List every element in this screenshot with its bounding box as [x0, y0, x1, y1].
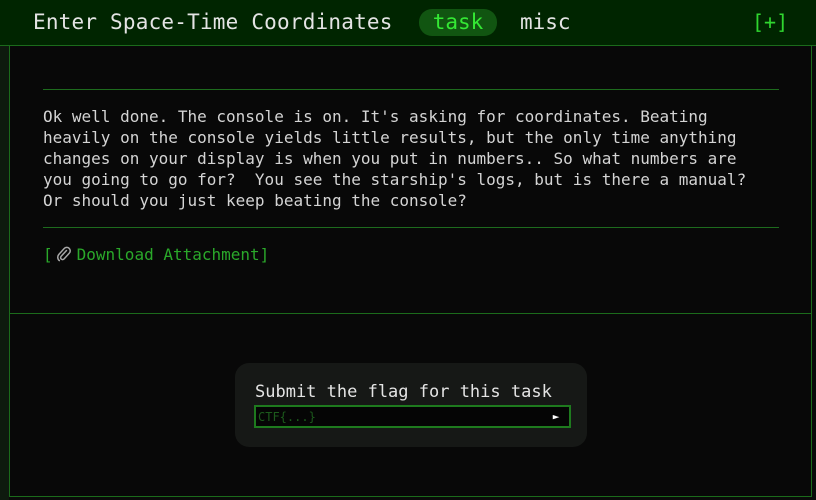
- download-close-bracket: ]: [259, 245, 270, 264]
- description-top-rule: [43, 89, 779, 90]
- section-divider: [9, 313, 812, 314]
- download-open-bracket: [: [43, 245, 53, 264]
- flag-submit-label: Submit the flag for this task: [255, 382, 552, 402]
- task-description: Ok well done. The console is on. It's as…: [43, 107, 747, 210]
- flag-input[interactable]: [258, 407, 538, 426]
- left-edge-strip: [0, 0, 9, 500]
- task-category: misc: [520, 10, 571, 34]
- expand-button[interactable]: [+]: [752, 10, 788, 34]
- paperclip-icon: [56, 246, 71, 266]
- flag-submit-card: Submit the flag for this task ►: [235, 363, 587, 447]
- download-attachment-link[interactable]: [ Download Attachment]: [43, 245, 269, 266]
- flag-input-box: ►: [254, 405, 571, 428]
- submit-flag-button[interactable]: ►: [547, 408, 565, 425]
- task-tag-badge: task: [419, 9, 497, 36]
- task-header: Enter Space-Time Coordinates task misc […: [0, 0, 816, 46]
- download-label: Download Attachment: [76, 245, 260, 264]
- task-title: Enter Space-Time Coordinates: [33, 10, 393, 34]
- description-bottom-rule: [43, 227, 779, 228]
